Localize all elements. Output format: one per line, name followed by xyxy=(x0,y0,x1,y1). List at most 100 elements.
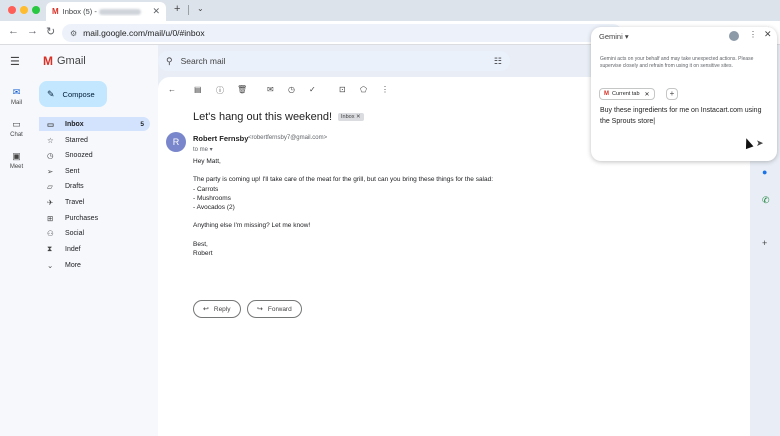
folder-sent[interactable]: ➢ Sent xyxy=(39,164,150,178)
new-tab-button[interactable]: + xyxy=(174,3,180,15)
body-line: The party is coming up! I'll take care o… xyxy=(193,176,494,184)
search-icon: ⚲ xyxy=(166,55,173,66)
folder-label: Drafts xyxy=(65,182,84,190)
folder-social[interactable]: ⚇ Social xyxy=(39,226,150,240)
body-line: Hey Matt, xyxy=(193,158,221,165)
folder-label: Inbox xyxy=(65,120,84,128)
sender-name: Robert Fernsby xyxy=(193,134,249,143)
forward-label: Forward xyxy=(267,305,292,313)
folder-travel[interactable]: ✈ Travel xyxy=(39,195,150,209)
star-icon: ☆ xyxy=(47,135,54,145)
close-icon[interactable]: ✕ xyxy=(764,29,772,40)
folder-label: Travel xyxy=(65,198,85,206)
chip-remove-icon[interactable]: ✕ xyxy=(645,91,650,98)
mark-unread-icon[interactable]: ✉ xyxy=(267,85,274,94)
site-info-icon[interactable]: ⚙ xyxy=(70,29,77,38)
prompt-input[interactable]: Buy these ingredients for me on Instacar… xyxy=(600,105,772,127)
send-icon: ➢ xyxy=(47,166,54,176)
forward-button[interactable]: ↪ Forward xyxy=(247,300,302,318)
folder-label: Snoozed xyxy=(65,151,93,159)
clock-icon: ◷ xyxy=(47,150,54,160)
more-options-icon[interactable]: ⋮ xyxy=(749,30,757,39)
rail-item-mail[interactable]: ✉ Mail xyxy=(0,87,33,106)
draft-icon: ▱ xyxy=(47,181,53,191)
folder-more[interactable]: ⌄ More xyxy=(39,258,150,272)
gmail-favicon-icon: M xyxy=(52,7,59,16)
folder-snoozed[interactable]: ◷ Snoozed xyxy=(39,148,150,162)
add-context-button[interactable]: + xyxy=(666,88,678,100)
window-close-dot[interactable] xyxy=(8,6,16,14)
gmail-chip-icon: M xyxy=(604,91,609,97)
mail-icon: ✉ xyxy=(12,87,21,97)
reply-button[interactable]: ↩ Reply xyxy=(193,300,241,318)
send-icon[interactable]: ➤ xyxy=(756,138,764,149)
reply-label: Reply xyxy=(213,305,231,313)
chat-icon: ▭ xyxy=(12,119,21,129)
gmail-m-icon: M xyxy=(43,54,53,68)
folder-inbox[interactable]: ▭ Inbox 5 xyxy=(39,117,150,131)
rail-item-meet[interactable]: ▣ Meet xyxy=(0,151,33,170)
rail-item-chat[interactable]: ▭ Chat xyxy=(0,119,33,138)
redacted-account-name xyxy=(98,9,141,16)
add-app-icon[interactable]: + xyxy=(762,238,767,248)
email-subject: Let's hang out this weekend! xyxy=(193,111,333,123)
compose-label: Compose xyxy=(62,89,95,99)
unread-count: 5 xyxy=(140,120,144,128)
folder-drafts[interactable]: ▱ Drafts xyxy=(39,179,150,193)
video-icon: ▣ xyxy=(12,151,21,161)
folder-label: Starred xyxy=(65,136,88,144)
chevron-down-icon: ⌄ xyxy=(47,260,54,270)
move-to-icon[interactable]: ⊡ xyxy=(339,85,346,94)
gmail-logo[interactable]: M Gmail xyxy=(43,54,86,68)
archive-icon[interactable]: ▤ xyxy=(194,85,202,94)
body-line: Best, xyxy=(193,240,208,248)
search-bar[interactable]: ⚲ Search mail ☷ xyxy=(158,51,510,71)
search-input[interactable]: Search mail xyxy=(181,56,226,66)
sidebar: M Gmail ✎ Compose ▭ Inbox 5 ☆ Starred ◷ … xyxy=(33,45,158,436)
browser-tab-gmail[interactable]: M Inbox (5) - ✕ xyxy=(46,2,166,21)
search-options-icon[interactable]: ☷ xyxy=(494,56,502,67)
folder-starred[interactable]: ☆ Starred xyxy=(39,133,150,147)
folder-label: More xyxy=(65,261,81,269)
phone-icon[interactable]: ✆ xyxy=(762,195,770,206)
window-minimize-dot[interactable] xyxy=(20,6,28,14)
reply-arrow-icon: ↩ xyxy=(203,306,209,313)
folder-purchases[interactable]: ⊞ Purchases xyxy=(39,211,150,225)
folder-indef[interactable]: ⧗ Indef xyxy=(39,242,150,256)
forward-arrow-icon: ↪ xyxy=(257,306,263,313)
forward-arrow-icon[interactable]: → xyxy=(27,25,38,37)
delete-icon[interactable]: 🗑 xyxy=(237,85,247,94)
report-spam-icon[interactable]: ⓘ xyxy=(216,85,224,96)
back-to-inbox-icon[interactable]: ← xyxy=(168,85,176,94)
back-arrow-icon[interactable]: ← xyxy=(8,25,19,37)
tab-search-chevron-icon[interactable]: ⌄ xyxy=(197,4,204,13)
body-line xyxy=(193,212,493,221)
tab-close-icon[interactable]: ✕ xyxy=(152,6,160,17)
url-text: mail.google.com/mail/u/0/#inbox xyxy=(83,28,205,38)
folder-label: Purchases xyxy=(65,214,99,222)
user-avatar[interactable] xyxy=(729,31,739,41)
recipient-details-toggle[interactable]: to me ▾ xyxy=(193,146,213,153)
cart-icon: ⊞ xyxy=(47,213,54,223)
inbox-label-badge[interactable]: Inbox ✕ xyxy=(338,113,364,121)
gemini-model-selector[interactable]: Gemini ▾ xyxy=(599,32,629,41)
main-menu-icon[interactable]: ☰ xyxy=(10,55,20,68)
window-zoom-dot[interactable] xyxy=(32,6,40,14)
compose-button[interactable]: ✎ Compose xyxy=(39,81,107,107)
body-line: - Mushrooms xyxy=(193,194,231,202)
address-bar[interactable]: ⚙ mail.google.com/mail/u/0/#inbox xyxy=(62,24,622,42)
more-actions-icon[interactable]: ⋮ xyxy=(381,85,389,94)
context-chip-current-tab[interactable]: M Current tab ✕ xyxy=(599,88,655,100)
contacts-icon[interactable]: ● xyxy=(762,167,767,177)
body-line: Anything else I'm missing? Let me know! xyxy=(193,222,311,230)
rail-item-label: Mail xyxy=(10,100,22,106)
folder-label: Social xyxy=(65,229,85,237)
inbox-icon: ▭ xyxy=(47,119,55,129)
reload-icon[interactable]: ↻ xyxy=(46,25,55,38)
snooze-icon[interactable]: ◷ xyxy=(288,85,295,94)
add-task-icon[interactable]: ✓ xyxy=(309,85,316,94)
sender-avatar[interactable]: R xyxy=(166,132,186,152)
plane-icon: ✈ xyxy=(47,197,54,207)
rail-item-label: Chat xyxy=(10,132,23,138)
label-icon[interactable]: ⬠ xyxy=(360,85,367,94)
